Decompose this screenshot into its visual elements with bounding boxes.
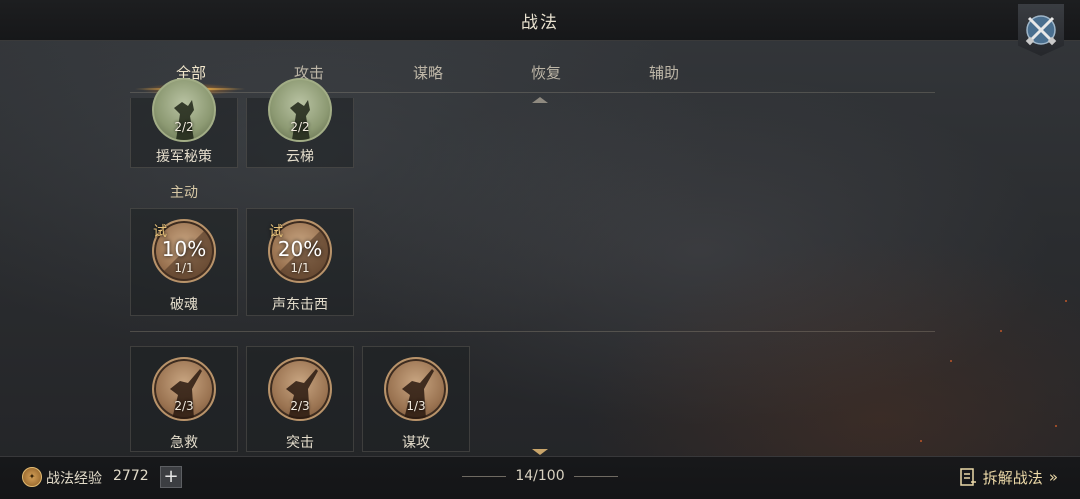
tactic-name: 援军秘策 (156, 149, 212, 165)
crossed-swords-icon (1025, 15, 1057, 46)
page-title: 战法 (521, 13, 559, 33)
section-label-active: 主动 (170, 185, 198, 201)
tactic-card[interactable]: 2/3 急救 (130, 346, 238, 452)
soldier-silhouette-icon: 2/2 (152, 78, 216, 142)
usage-count: 2/2 (174, 120, 194, 134)
scroll-down-arrow-icon (532, 449, 548, 455)
tactic-card[interactable]: 20% 1/1 试 声东击西 (246, 208, 354, 316)
usage-count: 1/3 (406, 399, 426, 413)
tab-bar: 全部 攻击 谋略 恢复 辅助 (130, 56, 935, 93)
add-exp-button[interactable]: + (160, 466, 182, 488)
section-divider (130, 331, 935, 332)
decompose-button[interactable]: 拆解战法 » (959, 466, 1058, 488)
soldier-silhouette-icon: 2/2 (268, 78, 332, 142)
tactic-name: 云梯 (286, 149, 314, 165)
tactic-name: 声东击西 (272, 297, 328, 313)
usage-count: 2/2 (290, 120, 310, 134)
double-chevron-right-icon: » (1048, 468, 1058, 486)
close-button[interactable] (1018, 4, 1064, 56)
exp-coin-icon: ✦ (22, 467, 42, 487)
tactic-name: 急救 (170, 435, 198, 451)
footer-bar: ✦ 战法经验 2772 + 14/100 拆解战法 » (0, 456, 1080, 499)
usage-count: 1/1 (174, 261, 194, 275)
tactic-card[interactable]: 1/3 谋攻 (362, 346, 470, 452)
soldier-silhouette-icon: 2/3 (268, 357, 332, 421)
trial-mark: 试 (153, 224, 167, 240)
trial-mark: 试 (269, 224, 283, 240)
tactic-name: 突击 (286, 435, 314, 451)
soldier-silhouette-icon: 1/3 (384, 357, 448, 421)
soldier-silhouette-icon: 2/3 (152, 357, 216, 421)
tactic-card[interactable]: 10% 1/1 试 破魂 (130, 208, 238, 316)
exp-value: 2772 (113, 468, 149, 484)
tab-strategy[interactable]: 谋略 (373, 62, 483, 83)
usage-count: 2/3 (174, 399, 194, 413)
usage-count: 2/3 (290, 399, 310, 413)
tactic-card[interactable]: 2/2 援军秘策 (130, 78, 238, 168)
tactic-card[interactable]: 2/3 突击 (246, 346, 354, 452)
page-line-right (574, 476, 618, 477)
decompose-label: 拆解战法 (982, 468, 1043, 487)
page-count: 14/100 (515, 468, 565, 484)
title-bar: 战法 (0, 0, 1080, 41)
tactic-name: 谋攻 (402, 435, 430, 451)
tab-recovery[interactable]: 恢复 (491, 62, 601, 83)
exp-label: 战法经验 (46, 471, 102, 487)
document-list-icon (960, 468, 976, 486)
tactic-card[interactable]: 2/2 云梯 (246, 78, 354, 168)
tab-support[interactable]: 辅助 (609, 62, 719, 83)
tactic-name: 破魂 (170, 297, 198, 313)
usage-count: 1/1 (290, 261, 310, 275)
scroll-up-arrow-icon (532, 97, 548, 103)
